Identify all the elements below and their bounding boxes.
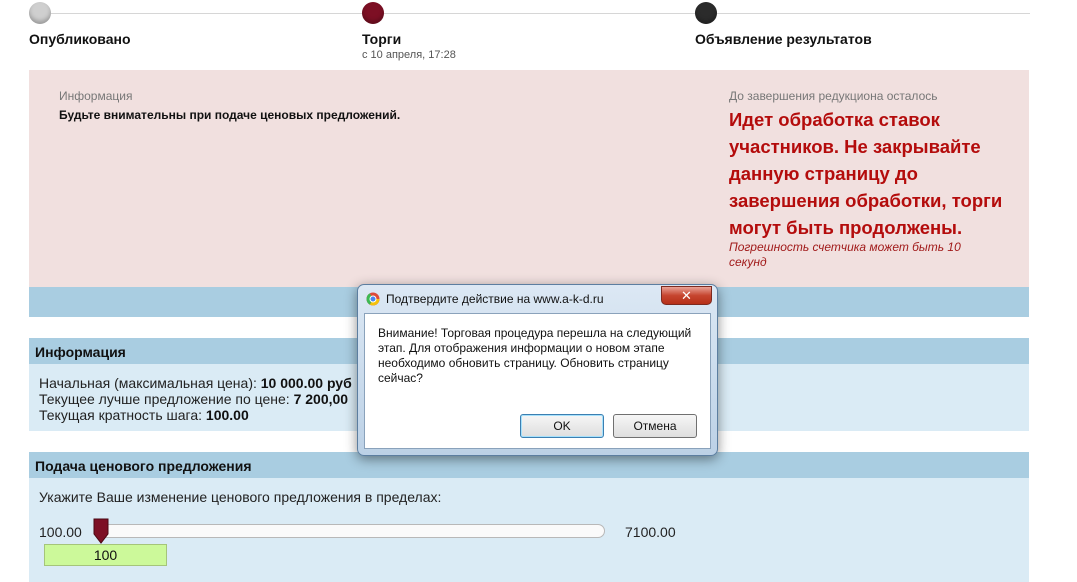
best-offer-line: Текущее лучше предложение по цене: 7 200… (39, 391, 348, 407)
info-text: Будьте внимательны при подаче ценовых пр… (59, 108, 401, 122)
start-price-line: Начальная (максимальная цена): 10 000.00… (39, 375, 352, 391)
chrome-icon (366, 292, 380, 306)
close-icon: ✕ (681, 288, 692, 303)
confirm-dialog: Подтвердите действие на www.a-k-d.ru ✕ В… (357, 284, 718, 456)
dialog-content: Внимание! Торговая процедура перешла на … (364, 313, 711, 449)
bid-prompt: Укажите Ваше изменение ценового предложе… (39, 489, 442, 505)
best-offer-label: Текущее лучше предложение по цене: (39, 391, 294, 407)
countdown-title: До завершения редукциона осталось (729, 89, 938, 103)
step-dot-icon (362, 2, 384, 24)
progress-steps: Опубликовано Торги с 10 апреля, 17:28 Об… (0, 0, 1077, 70)
steps-line (40, 13, 1030, 14)
step-dot-icon (29, 2, 51, 24)
slider-min-label: 100.00 (39, 524, 82, 540)
bid-panel: Укажите Ваше изменение ценового предложе… (29, 478, 1029, 582)
step-dot-icon (695, 2, 717, 24)
step-label: Опубликовано (29, 31, 131, 47)
countdown-message: Идет обработка ставок участников. Не зак… (729, 109, 1003, 238)
auction-page: Опубликовано Торги с 10 апреля, 17:28 Об… (0, 0, 1077, 582)
step-label: Объявление результатов (695, 31, 872, 47)
bid-amount-input[interactable]: 100 (44, 544, 167, 566)
dialog-close-button[interactable]: ✕ (661, 286, 712, 305)
bid-slider-track[interactable] (99, 524, 605, 538)
countdown-note: Погрешность счетчика может быть 10 секун… (729, 240, 961, 269)
start-price-value: 10 000.00 руб (260, 375, 352, 391)
step-size-value: 100.00 (205, 407, 249, 423)
cancel-button[interactable]: Отмена (613, 414, 697, 438)
best-offer-value: 7 200,00 (293, 391, 349, 407)
ok-button[interactable]: OK (520, 414, 604, 438)
slider-max-label: 7100.00 (625, 524, 676, 540)
step-label: Торги (362, 31, 402, 47)
dialog-message: Внимание! Торговая процедура перешла на … (378, 326, 692, 385)
info-title: Информация (59, 89, 133, 103)
step-date: с 10 апреля, 17:28 (362, 49, 456, 61)
slider-thumb-icon[interactable] (93, 518, 109, 544)
dialog-title: Подтвердите действие на www.a-k-d.ru (386, 292, 604, 306)
start-price-label: Начальная (максимальная цена): (39, 375, 261, 391)
step-size-line: Текущая кратность шага: 100.00 (39, 407, 249, 423)
step-size-label: Текущая кратность шага: (39, 407, 206, 423)
status-block: Информация Будьте внимательны при подаче… (29, 70, 1029, 287)
